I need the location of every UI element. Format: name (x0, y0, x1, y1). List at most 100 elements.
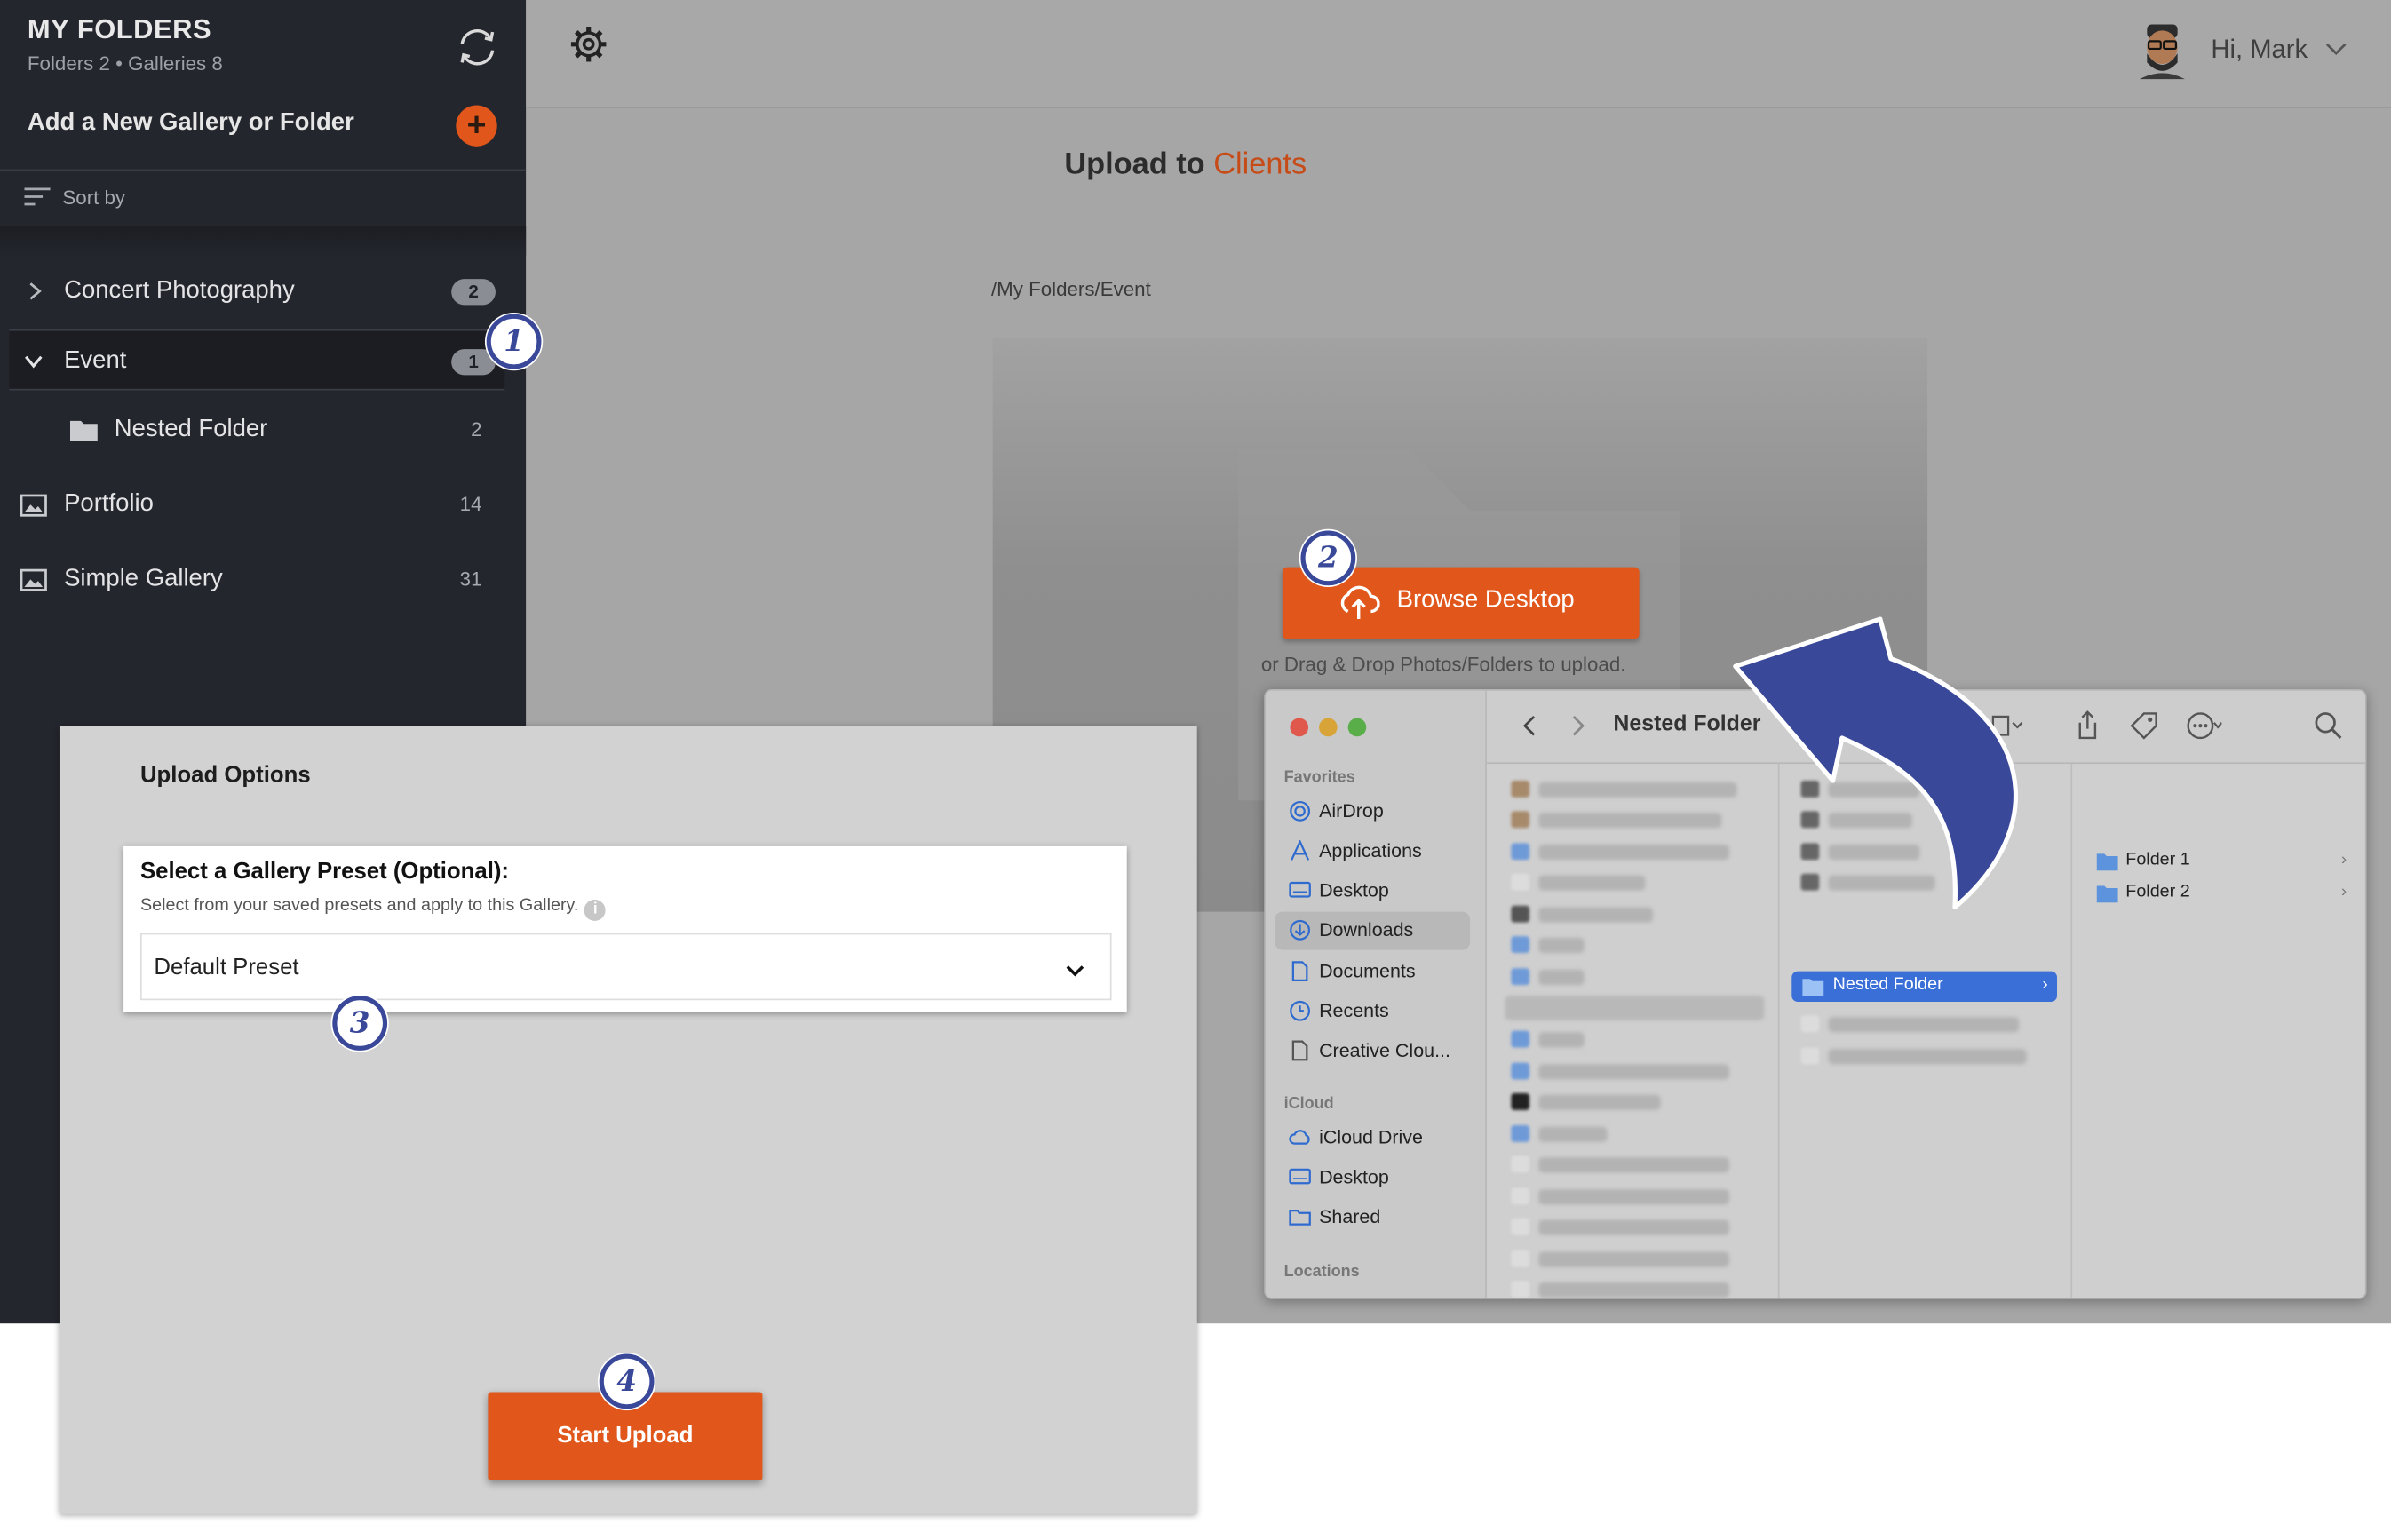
folder-icon (69, 420, 98, 441)
sidebar-item-event[interactable]: Event 1 (9, 329, 505, 391)
add-gallery-label: Add a New Gallery or Folder (27, 109, 354, 136)
blurred-file-name (1538, 969, 1585, 986)
file-icon (1291, 1040, 1308, 1061)
sidebar-item-nested-folder[interactable]: Nested Folder 2 (0, 400, 526, 461)
sort-by-label: Sort by (62, 186, 126, 210)
avatar[interactable] (2136, 21, 2188, 80)
finder-sidebar-label: Desktop (1319, 879, 1389, 901)
gear-icon[interactable] (568, 24, 608, 64)
sidebar-item-label: Event (64, 347, 127, 374)
finder-sidebar-label: Desktop (1319, 1166, 1389, 1188)
sidebar-item-portfolio[interactable]: Portfolio 14 (0, 474, 526, 536)
finder-row-folder-2[interactable]: Folder 2 › (2096, 878, 2356, 909)
folder-icon (1511, 968, 1529, 986)
gallery-preset-select[interactable]: Default Preset (139, 933, 1112, 1001)
share-icon[interactable] (2069, 709, 2106, 742)
finder-sidebar-recents[interactable]: Recents (1275, 993, 1470, 1031)
step-marker-1: 1 (486, 314, 542, 369)
add-gallery-or-folder[interactable]: Add a New Gallery or Folder + (0, 89, 527, 171)
finder-sidebar-shared[interactable]: Shared (1275, 1198, 1470, 1236)
sidebar-item-simple-gallery[interactable]: Simple Gallery 31 (0, 549, 526, 610)
chevron-right-icon[interactable] (24, 281, 45, 302)
blurred-selected-row (1505, 996, 1765, 1020)
file-thumbnail (1511, 1092, 1529, 1110)
finder-row-label: Folder 1 (2125, 850, 2190, 869)
finder-sidebar-downloads[interactable]: Downloads (1275, 911, 1471, 950)
finder-row-folder-1[interactable]: Folder 1 › (2096, 846, 2356, 877)
drop-hint: or Drag & Drop Photos/Folders to upload. (1260, 652, 1626, 676)
folder-icon (1511, 1062, 1529, 1080)
close-window-button[interactable] (1290, 718, 1309, 737)
finder-sidebar-label: Documents (1319, 960, 1416, 982)
file-thumbnail (1511, 781, 1529, 798)
forward-icon[interactable] (1569, 713, 1588, 737)
blurred-file-name (1538, 1126, 1608, 1142)
user-greeting[interactable]: Hi, Mark (2211, 35, 2308, 65)
blurred-file-name (1538, 907, 1654, 923)
page-title: Upload to Clients (1064, 148, 1307, 183)
browse-desktop-label: Browse Desktop (1396, 586, 1575, 614)
more-actions-icon[interactable] (2185, 709, 2222, 742)
cloud-icon (1289, 1130, 1310, 1145)
chevron-right-icon: › (2340, 850, 2347, 869)
gallery-image-icon (20, 568, 47, 591)
blurred-file-name (1538, 1064, 1729, 1080)
file-icon (1511, 1281, 1529, 1298)
blurred-file-name (1538, 845, 1729, 861)
file-icon (1511, 873, 1529, 891)
cloud-upload-icon (1340, 585, 1380, 620)
sort-icon (24, 187, 51, 206)
search-icon[interactable] (2310, 709, 2347, 742)
finder-sidebar-creative-cloud[interactable]: Creative Clou... (1275, 1032, 1470, 1070)
step-marker-4: 4 (599, 1353, 655, 1409)
refresh-icon[interactable] (455, 24, 501, 70)
airdrop-icon (1290, 800, 1311, 822)
count-badge: 2 (451, 279, 496, 306)
downloads-icon (1290, 919, 1311, 941)
locations-heading: Locations (1283, 1262, 1360, 1282)
desktop-icon (1289, 881, 1311, 898)
finder-sidebar-label: Downloads (1319, 919, 1414, 941)
zoom-window-button[interactable] (1347, 718, 1367, 737)
finder-sidebar-label: Recents (1319, 1000, 1389, 1022)
blurred-file-name (1828, 1017, 2020, 1033)
desktop-icon (1289, 1168, 1311, 1185)
upload-title-prefix: Upload to (1064, 147, 1214, 182)
shared-folder-icon (1289, 1210, 1311, 1226)
icloud-heading: iCloud (1283, 1094, 1334, 1114)
blurred-file-name (1538, 813, 1722, 829)
tag-icon[interactable] (2125, 709, 2162, 742)
sort-by-control[interactable]: Sort by (0, 171, 526, 226)
finder-sidebar-icloud-desktop[interactable]: Desktop (1275, 1159, 1470, 1197)
blurred-file-name (1538, 875, 1646, 891)
sidebar-item-label: Concert Photography (64, 277, 295, 304)
curved-arrow-icon (1733, 616, 2018, 910)
item-count: 14 (459, 492, 482, 516)
blurred-file-name (1538, 1189, 1729, 1205)
top-bar: Hi, Mark (526, 0, 2391, 108)
finder-sidebar-icloud-drive[interactable]: iCloud Drive (1275, 1119, 1470, 1157)
gallery-preset-label: Select a Gallery Preset (Optional): (139, 858, 510, 885)
add-icon[interactable]: + (456, 105, 497, 147)
sidebar-item-label: Nested Folder (114, 416, 268, 442)
upload-options-title: Upload Options (139, 762, 311, 789)
finder-sidebar-label: Shared (1319, 1206, 1381, 1228)
finder-sidebar-documents[interactable]: Documents (1275, 953, 1470, 991)
chevron-down-icon[interactable] (2325, 41, 2347, 56)
finder-sidebar-label: Creative Clou... (1319, 1039, 1450, 1061)
sidebar-divider (0, 226, 527, 257)
finder-sidebar-airdrop[interactable]: AirDrop (1275, 793, 1470, 831)
finder-sidebar-desktop[interactable]: Desktop (1275, 872, 1470, 910)
back-icon[interactable] (1521, 713, 1539, 737)
minimize-window-button[interactable] (1319, 718, 1338, 737)
finder-row-label: Nested Folder (1832, 975, 1943, 995)
finder-row-nested-folder[interactable]: Nested Folder › (1791, 971, 2058, 1002)
sidebar-item-concert-photography[interactable]: Concert Photography 2 (0, 261, 526, 322)
upload-target-link[interactable]: Clients (1213, 148, 1307, 182)
blurred-file-name (1538, 937, 1585, 954)
finder-sidebar-applications[interactable]: Applications (1275, 832, 1470, 870)
file-thumbnail (1511, 811, 1529, 829)
info-icon[interactable]: i (584, 899, 607, 921)
chevron-down-icon[interactable] (23, 351, 44, 372)
chevron-down-icon (1066, 965, 1084, 977)
